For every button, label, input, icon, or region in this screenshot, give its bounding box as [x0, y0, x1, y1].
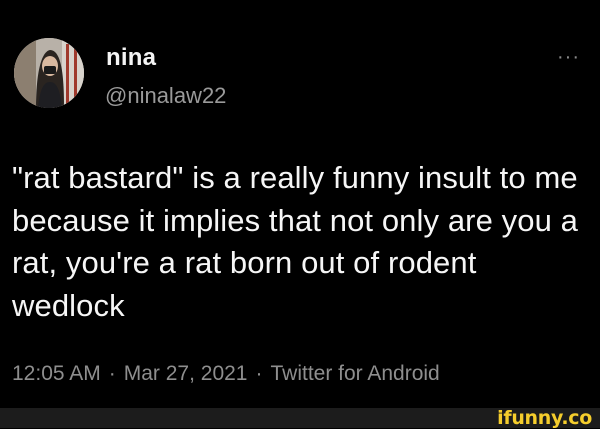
- avatar-photo-icon: [14, 38, 84, 108]
- display-name[interactable]: nina: [106, 44, 156, 72]
- tweet-meta: 12:05 AM · Mar 27, 2021 · Twitter for Androi…: [12, 362, 440, 386]
- avatar[interactable]: [14, 38, 84, 108]
- ifunny-watermark: ifunny.co: [497, 407, 592, 429]
- tweet-date[interactable]: Mar 27, 2021: [124, 362, 248, 385]
- tweet-text: "rat bastard" is a really funny insult t…: [12, 160, 578, 323]
- watermark-bar: ifunny.co: [0, 407, 600, 429]
- meta-separator: ·: [108, 362, 116, 385]
- user-handle[interactable]: @ninalaw22: [105, 83, 226, 109]
- tweet-client[interactable]: Twitter for Android: [270, 362, 439, 385]
- tweet-time[interactable]: 12:05 AM: [12, 362, 101, 385]
- more-options-icon[interactable]: ···: [557, 47, 580, 67]
- tweet-card: nina @ninalaw22 ··· "rat bastard" is a r…: [0, 0, 600, 408]
- meta-separator: ·: [255, 362, 263, 385]
